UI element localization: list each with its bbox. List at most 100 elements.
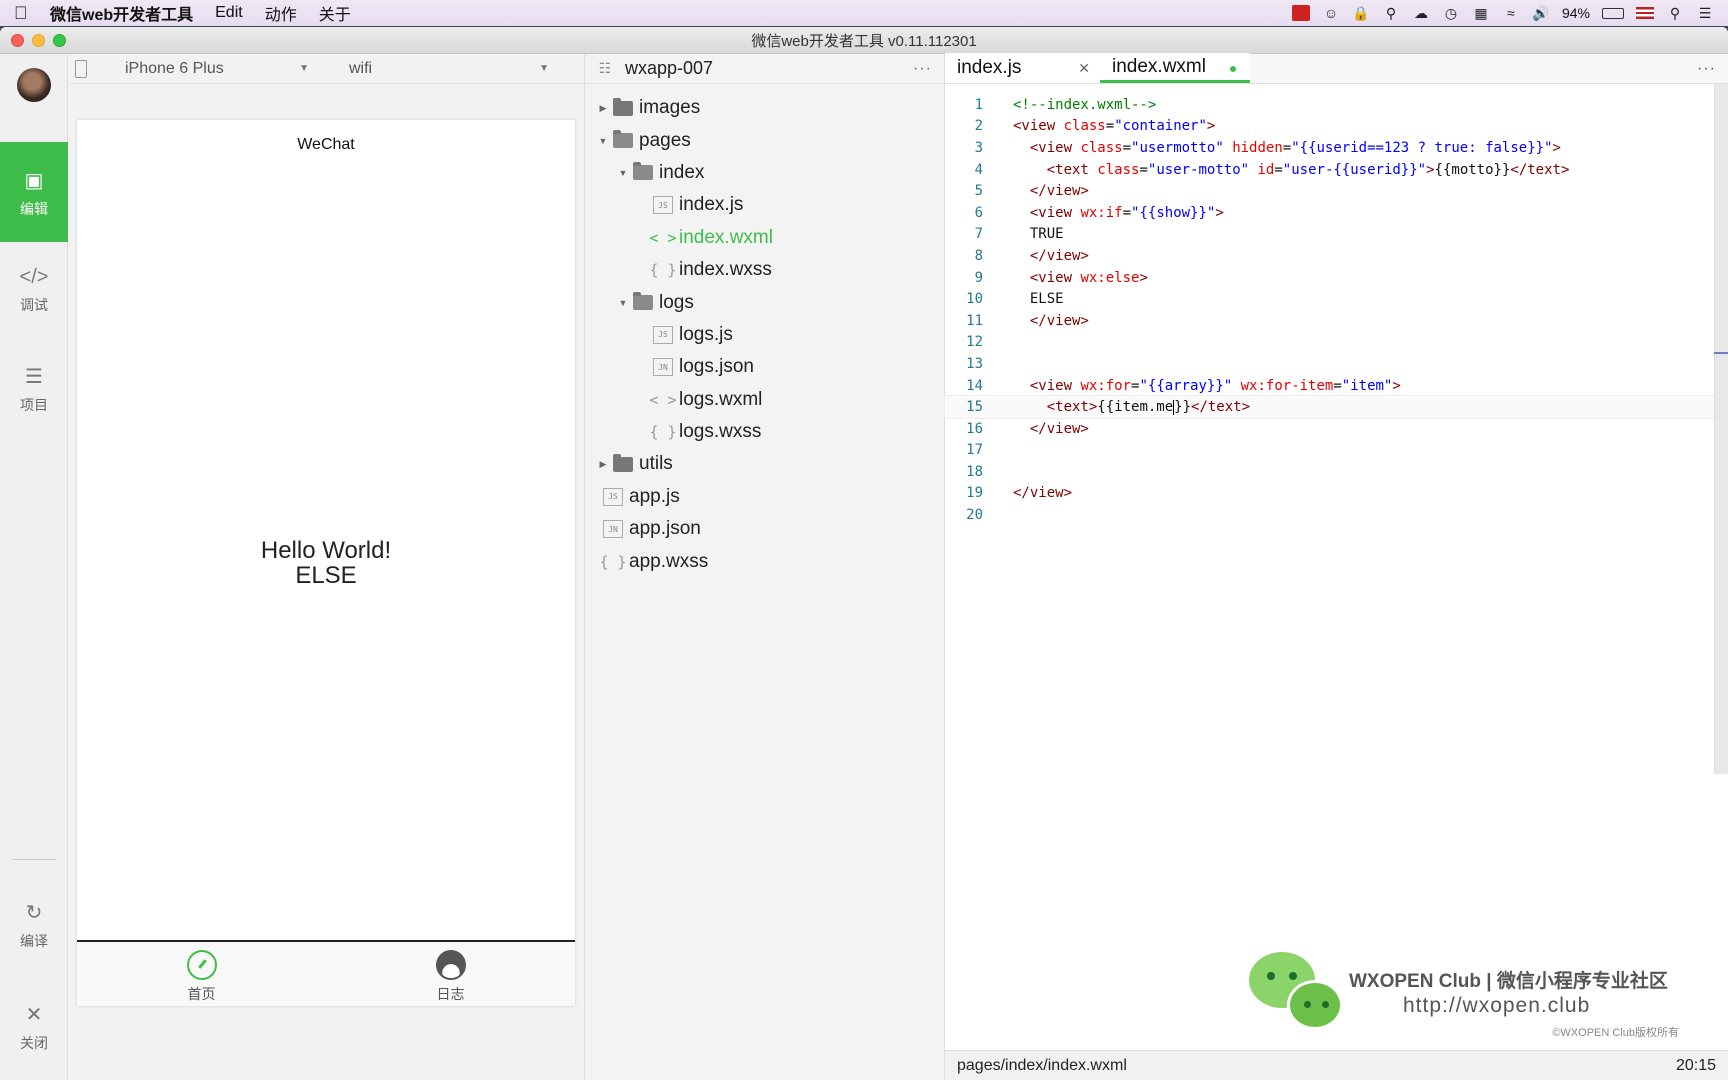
tree-structure-icon[interactable]: ☷: [585, 60, 625, 77]
window-close-button[interactable]: [11, 34, 24, 47]
tree-node-label: app.json: [629, 518, 701, 540]
wifi-icon[interactable]: ≈: [1502, 5, 1520, 21]
tab-label: index.js: [957, 57, 1022, 78]
wxopen-watermark: WXOPEN Club | 微信小程序专业社区 http://wxopen.cl…: [1229, 936, 1689, 1044]
tree-file-app-json[interactable]: JN app.json: [585, 513, 944, 545]
editor-scrollbar[interactable]: [1714, 84, 1728, 774]
time-machine-icon[interactable]: ◷: [1442, 5, 1460, 21]
menu-app-name[interactable]: 微信web开发者工具: [50, 1, 193, 25]
menu-edit[interactable]: Edit: [215, 4, 243, 22]
file-tree-header: ☷ wxapp-007 ···: [585, 54, 944, 84]
apple-icon[interactable]: : [14, 3, 50, 24]
tree-folder-utils[interactable]: ▶ utils: [585, 448, 944, 480]
chevron-down-icon: ▼: [618, 297, 628, 308]
tab-logs[interactable]: 日志: [326, 942, 575, 1006]
macos-menubar:  微信web开发者工具 Edit 动作 关于 ☺ 🔒 ⚲ ☁ ◷ ▦ ≈ 🔊 …: [0, 0, 1728, 26]
tree-folder-logs[interactable]: ▼ logs: [585, 286, 944, 318]
notification-center-icon[interactable]: ☰: [1696, 5, 1714, 21]
tree-node-label: pages: [639, 129, 691, 151]
network-select[interactable]: wifi ▼: [323, 60, 563, 78]
window-controls: [11, 34, 66, 47]
code-area[interactable]: 1 <!--index.wxml--> 2 <view class="contain…: [944, 94, 1728, 526]
code-line: 19 </view>: [945, 483, 1728, 505]
tree-file-index-wxml[interactable]: < > index.wxml: [585, 222, 944, 254]
editor-more-button[interactable]: ···: [1697, 60, 1716, 78]
window-minimize-button[interactable]: [32, 34, 45, 47]
close-icon[interactable]: ✕: [1078, 60, 1090, 77]
tree-folder-index[interactable]: ▼ index: [585, 157, 944, 189]
file-tree-panel: ☷ wxapp-007 ··· ▶ images ▼ pages ▼ index…: [585, 54, 945, 1080]
memory-icon[interactable]: ▦: [1472, 5, 1490, 21]
battery-icon[interactable]: [1602, 7, 1624, 19]
code-line-current: 15 <text>{{item.me}}</text>: [944, 395, 1728, 419]
tree-file-app-wxss[interactable]: { } app.wxss: [585, 545, 944, 577]
code-line: 18: [945, 461, 1728, 483]
markup-file-icon: < >: [649, 390, 677, 409]
tree-node-label: logs.wxss: [679, 421, 762, 443]
window-titlebar[interactable]: 微信web开发者工具 v0.11.112301: [0, 27, 1728, 54]
compile-icon: ↻: [25, 902, 43, 924]
motto-text: Hello World!: [260, 537, 392, 564]
dashboard-icon: [186, 950, 217, 980]
rail-compile-button[interactable]: ↻ 编译: [0, 886, 68, 966]
style-file-icon: { }: [649, 423, 677, 442]
menu-action[interactable]: 动作: [265, 1, 297, 25]
spotlight-search-icon[interactable]: ⚲: [1666, 5, 1684, 21]
tree-file-logs-js[interactable]: JS logs.js: [585, 319, 944, 351]
rail-edit-button[interactable]: ▣ 编辑: [0, 142, 68, 242]
user-avatar[interactable]: [16, 68, 51, 102]
magnifier-app-icon[interactable]: ⚲: [1382, 5, 1400, 21]
code-line: 11 </view>: [945, 310, 1728, 332]
line-number: 2: [974, 118, 983, 135]
menu-about[interactable]: 关于: [319, 1, 351, 25]
device-select[interactable]: iPhone 6 Plus ▼: [99, 60, 323, 78]
style-file-icon: { }: [599, 552, 627, 571]
text-cursor: [1173, 399, 1175, 415]
tab-index-js[interactable]: index.js ✕: [945, 53, 1100, 83]
tab-home[interactable]: 首页: [77, 942, 326, 1006]
status-file-path: pages/index/index.wxml: [957, 1056, 1127, 1074]
cloud-icon[interactable]: ☁: [1412, 5, 1430, 21]
code-line: 6 <view wx:if="{{show}}">: [945, 202, 1728, 224]
rail-project-button[interactable]: ☰ 项目: [0, 350, 68, 430]
tree-file-logs-wxml[interactable]: < > logs.wxml: [585, 384, 944, 416]
code-line: 7 TRUE: [945, 224, 1728, 246]
rail-close-button[interactable]: ✕ 关闭: [0, 988, 68, 1068]
tree-folder-images[interactable]: ▶ images: [585, 92, 944, 124]
tree-more-button[interactable]: ···: [913, 60, 932, 78]
qq-icon[interactable]: ☺: [1322, 5, 1340, 21]
tab-label: index.wxml: [1112, 55, 1206, 77]
line-number: 18: [966, 463, 983, 480]
tree-file-index-wxss[interactable]: { } index.wxss: [585, 254, 944, 286]
tree-node-label: logs.wxml: [679, 388, 763, 410]
js-file-icon: JS: [653, 196, 673, 215]
json-file-icon: JN: [653, 358, 673, 377]
js-file-icon: JS: [653, 325, 673, 344]
volume-icon[interactable]: 🔊: [1532, 5, 1550, 21]
lock-icon[interactable]: 🔒: [1352, 5, 1370, 21]
rail-debug-button[interactable]: </> 调试: [0, 252, 68, 332]
tree-folder-pages[interactable]: ▼ pages: [585, 124, 944, 156]
watermark-copyright: ©WXOPEN Club版权所有: [1552, 1027, 1679, 1039]
device-select-value: iPhone 6 Plus: [125, 59, 224, 77]
flag-icon[interactable]: [1636, 7, 1654, 19]
tree-file-logs-wxss[interactable]: { } logs.wxss: [585, 416, 944, 448]
code-line: 2 <view class="container">: [945, 116, 1728, 138]
tree-file-app-js[interactable]: JS app.js: [585, 481, 944, 513]
else-text: ELSE: [295, 562, 357, 589]
recorder-icon[interactable]: [1291, 5, 1310, 21]
tree-node-label: utils: [639, 453, 673, 475]
line-number: 12: [966, 334, 983, 351]
window-zoom-button[interactable]: [53, 34, 66, 47]
window-title: 微信web开发者工具 v0.11.112301: [751, 32, 977, 50]
tab-index-wxml[interactable]: index.wxml: [1100, 53, 1250, 83]
style-file-icon: { }: [649, 261, 677, 280]
editor-statusbar: pages/index/index.wxml 20:15: [945, 1050, 1728, 1080]
phone-icon[interactable]: [75, 59, 87, 78]
tree-node-label: images: [639, 97, 701, 119]
line-number: 17: [966, 442, 983, 459]
chevron-right-icon: ▶: [599, 458, 607, 469]
tree-file-index-js[interactable]: JS index.js: [585, 189, 944, 221]
tree-file-logs-json[interactable]: JN logs.json: [585, 351, 944, 383]
code-line: 1 <!--index.wxml-->: [945, 94, 1728, 116]
